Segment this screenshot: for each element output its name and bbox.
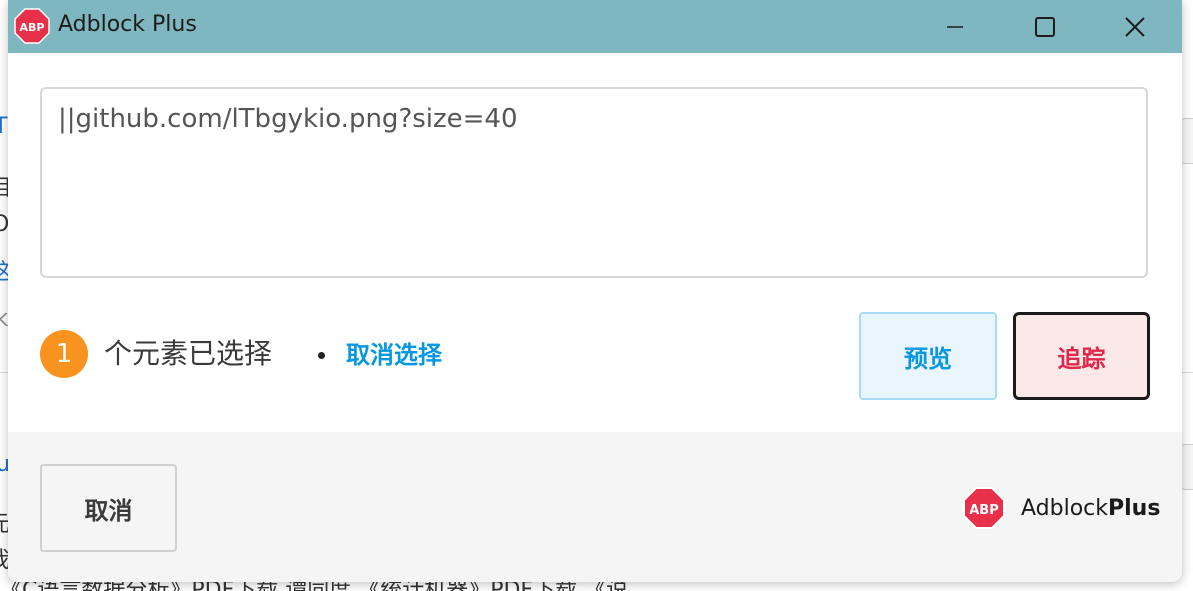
brand-name-bold: Plus — [1108, 495, 1161, 521]
minimize-button[interactable] — [910, 0, 1000, 53]
bullet-separator — [318, 352, 325, 359]
close-icon — [1125, 16, 1145, 37]
adblock-dialog: ABP Adblock Plus ||github.com/lTbgykio.p… — [8, 0, 1182, 582]
maximize-button[interactable] — [1000, 0, 1090, 53]
window-title: Adblock Plus — [58, 12, 197, 37]
brand-name: AdblockPlus — [1021, 496, 1160, 521]
background-text: T — [0, 114, 8, 139]
abp-brand-icon: ABP — [963, 487, 1005, 529]
track-button[interactable]: 追踪 — [1013, 312, 1150, 400]
close-button[interactable] — [1090, 0, 1180, 53]
brand-name-regular: Adblock — [1021, 495, 1109, 521]
abp-logo-icon: ABP — [14, 8, 50, 44]
abp-brand-logo-text: ABP — [969, 503, 999, 518]
preview-button[interactable]: 预览 — [859, 312, 997, 400]
abp-logo-text: ABP — [20, 21, 45, 34]
background-text: K — [0, 310, 8, 331]
minimize-icon — [947, 25, 963, 28]
maximize-icon — [1035, 16, 1055, 37]
cancel-button[interactable]: 取消 — [40, 464, 177, 552]
title-bar[interactable]: ABP Adblock Plus — [8, 0, 1182, 53]
selected-count-badge: 1 — [40, 330, 88, 378]
filter-rule-input[interactable]: ||github.com/lTbgykio.png?size=40 — [40, 87, 1148, 278]
selected-elements-label: 个元素已选择 — [104, 337, 273, 370]
brand-logo: ABP AdblockPlus — [963, 487, 1160, 529]
deselect-link[interactable]: 取消选择 — [346, 337, 442, 373]
